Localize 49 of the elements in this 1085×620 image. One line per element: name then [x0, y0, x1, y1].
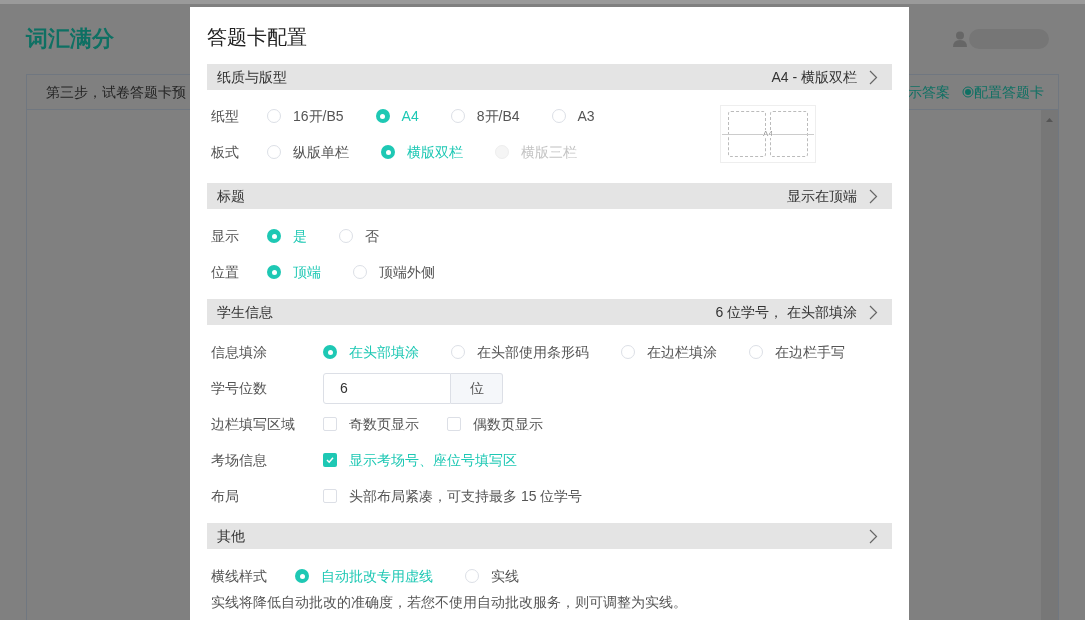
number-field[interactable]: 6	[323, 372, 451, 404]
radio-option[interactable]: 在边栏填涂	[621, 342, 717, 362]
section-title: 标题	[217, 187, 246, 206]
checkbox-option[interactable]: 奇数页显示	[323, 414, 419, 434]
radio-option[interactable]: 在边栏手写	[749, 342, 845, 362]
user-icon	[953, 31, 967, 47]
field-label: 板式	[211, 143, 239, 162]
chevron-right-icon	[869, 304, 878, 320]
field-label: 纸型	[211, 107, 239, 126]
check-icon	[325, 455, 335, 465]
section-header[interactable]: 学生信息 6 位学号， 在头部填涂	[207, 299, 892, 325]
field-label: 布局	[211, 487, 240, 506]
radio-option[interactable]: A3	[551, 106, 595, 126]
field-label: 边栏填写区域	[211, 415, 295, 434]
section-summary: 6 位学号， 在头部填涂	[715, 303, 857, 322]
section-header[interactable]: 纸质与版型 A4 - 横版双栏	[207, 64, 892, 90]
field-label: 显示	[211, 227, 239, 246]
chevron-right-icon	[869, 188, 878, 204]
radio-option[interactable]: 顶端外侧	[353, 262, 435, 282]
section-header[interactable]: 标题 显示在顶端	[207, 183, 892, 209]
panel-heading: 第三步，试卷答题卡预	[46, 83, 187, 102]
radio-option[interactable]: 纵版单栏	[267, 142, 349, 162]
chevron-right-icon	[869, 528, 878, 544]
section-summary: A4 - 横版双栏	[771, 68, 857, 87]
radio-option[interactable]: 8开/B4	[450, 106, 520, 126]
section-header[interactable]: 其他	[207, 523, 892, 549]
field-label: 位置	[211, 263, 239, 282]
dialog-title: 答题卡配置	[207, 25, 307, 50]
scroll-up-icon[interactable]	[1046, 118, 1053, 122]
radio-option[interactable]: 实线	[465, 566, 519, 586]
field-label: 信息填涂	[211, 343, 268, 362]
logo-text: 词汇满分	[26, 25, 114, 54]
field-label: 学号位数	[211, 379, 268, 398]
preview-label: A4	[763, 130, 773, 138]
checkbox-option[interactable]: 偶数页显示	[447, 414, 543, 434]
unit-label: 位	[451, 372, 503, 404]
section-summary: 显示在顶端	[787, 187, 857, 206]
section-title: 纸质与版型	[217, 68, 288, 87]
note-text: 实线将降低自动批改的准确度，若您不使用自动批改服务，则可调整为实线。	[211, 593, 688, 612]
field-label: 横线样式	[211, 567, 267, 586]
section-title: 其他	[217, 527, 246, 546]
radio-option[interactable]: 否	[339, 226, 379, 246]
radio-option[interactable]: 在头部使用条形码	[451, 342, 589, 362]
section-title: 学生信息	[217, 303, 274, 322]
field-label: 考场信息	[211, 451, 268, 470]
checkbox-option[interactable]: 头部布局紧凑，可支持最多 15 位学号	[323, 486, 583, 506]
chevron-right-icon	[869, 69, 878, 85]
radio-icon	[962, 86, 974, 98]
radio-option[interactable]: 16开/B5	[267, 106, 344, 126]
